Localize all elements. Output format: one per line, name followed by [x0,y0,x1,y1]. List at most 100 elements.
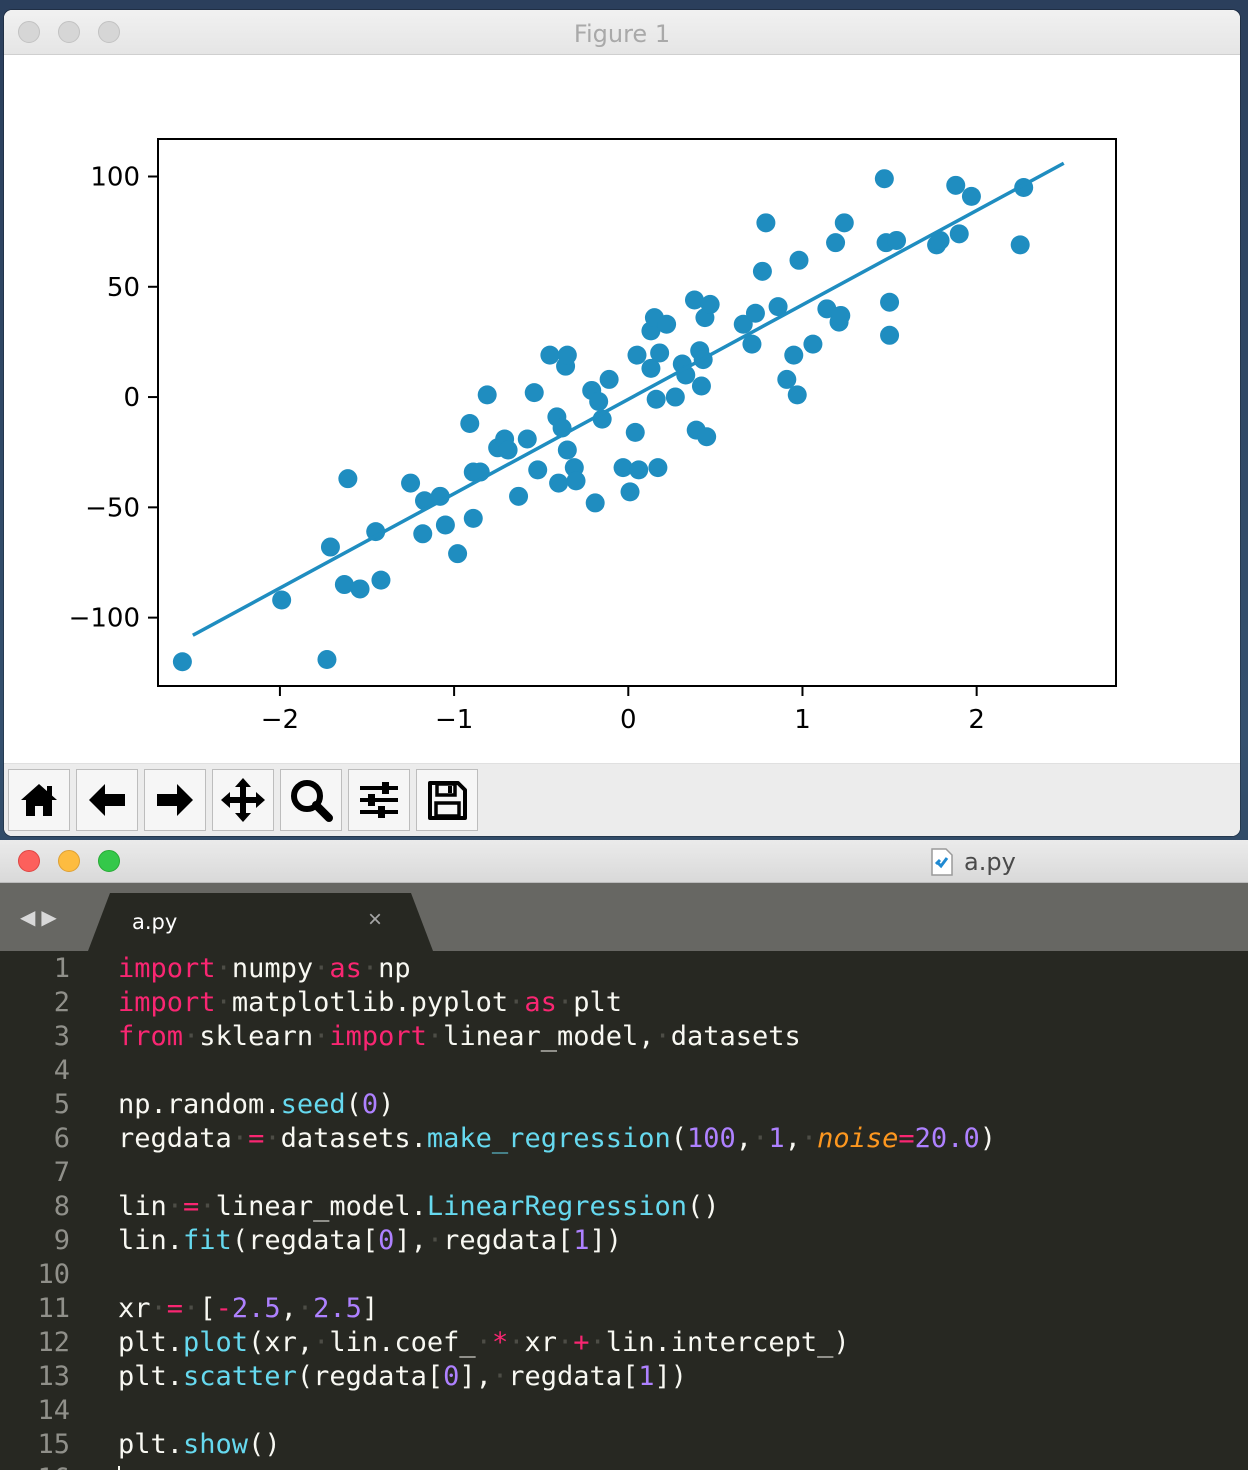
scatter-point [627,345,647,365]
scatter-point [787,385,807,405]
code-line: 4 [0,1054,1248,1088]
code-line: 5 np.random.seed(0) [0,1088,1248,1122]
axis-ticks: −2 −1 0 1 2 −100 −50 0 50 100 [69,162,985,735]
code-line: 11 xr·=·[-2.5,·2.5] [0,1292,1248,1326]
line-number: 7 [53,1157,70,1188]
code-line: 9 lin.fit(regdata[0],·regdata[1]) [0,1224,1248,1258]
save-button[interactable] [416,769,478,831]
scatter-point [463,508,483,528]
figure-toolbar [4,763,1240,836]
scatter-point [557,345,577,365]
x-tick-label: −2 [261,705,299,735]
tab-close-icon[interactable]: × [368,906,382,934]
scatter-point [789,250,809,270]
scatter-point [517,429,537,449]
y-tick-label: −50 [85,493,140,523]
pan-button[interactable] [212,769,274,831]
code-line: 13 plt.scatter(regdata[0],·regdata[1]) [0,1360,1248,1394]
scatter-point [549,473,569,493]
code-line: 2 import·matplotlib.pyplot·as·plt [0,986,1248,1020]
forward-arrow-icon [157,784,193,816]
line-number: 1 [53,953,70,984]
scatter-point [880,325,900,345]
scatter-point [745,303,765,323]
pan-move-icon [221,778,265,822]
configure-subplots-icon [360,782,398,818]
code-line: 1 import·numpy·as·np [0,952,1248,986]
scatter-point [566,471,586,491]
editor-title: a.py [930,848,1016,876]
scatter-point [350,579,370,599]
text-cursor [118,1466,120,1470]
scatter-point [540,345,560,365]
scatter-point [665,387,685,407]
scatter-point [756,213,776,233]
scatter-point [498,440,518,460]
tab-bar: ◀▶ a.py × [0,883,1248,951]
scatter-point [650,343,670,363]
scatter-point [448,544,468,564]
home-icon [21,784,57,816]
code-line: 7 [0,1156,1248,1190]
tab-nav-arrows[interactable]: ◀▶ [20,905,63,930]
scatter-point [401,473,421,493]
scatter-point [589,391,609,411]
scatter-point [691,376,711,396]
tab-a-py[interactable]: a.py × [88,893,433,951]
code-line: 6 regdata·=·datasets.make_regression(100,… [0,1122,1248,1156]
scatter-point [1010,235,1030,255]
plot-area[interactable]: −2 −1 0 1 2 −100 −50 0 50 100 [4,55,1240,763]
figure-title: Figure 1 [573,20,671,48]
scatter-point [524,383,544,403]
minimize-window-button[interactable] [58,850,80,872]
scatter-point [826,233,846,253]
scatter-point [435,515,455,535]
y-tick-label: 0 [123,383,140,413]
scatter-point [599,369,619,389]
scatter-point [657,314,677,334]
scatter-point [697,427,717,447]
code-line: 12 plt.plot(xr,·lin.coef_·*·xr·+·lin.inte… [0,1326,1248,1360]
figure-titlebar[interactable]: Figure 1 [4,10,1240,55]
scatter-point [477,385,497,405]
code-line: 15 plt.show() [0,1428,1248,1462]
line-number: 12 [37,1327,70,1358]
line-number: 3 [53,1021,70,1052]
editor-window: a.py ◀▶ a.py × 1 import·numpy·as·np 2 impo… [0,840,1248,1470]
editor-titlebar[interactable]: a.py [0,840,1248,883]
scatter-point [509,486,529,506]
scatter-point [585,493,605,513]
scatter-point [413,524,433,544]
scatter-point [317,650,337,670]
x-tick-label: 1 [794,705,811,735]
scatter-point [834,213,854,233]
save-floppy-icon [428,781,467,820]
forward-button[interactable] [144,769,206,831]
code-line: 8 lin·=·linear_model.LinearRegression() [0,1190,1248,1224]
tab-label: a.py [132,910,178,934]
code-editor[interactable]: 1 import·numpy·as·np 2 import·matplotlib.p… [0,952,1248,1470]
figure-window: Figure 1 −2 −1 0 1 2 −100 −50 0 50 100 [4,10,1240,836]
scatter-point [648,458,668,478]
regression-line [192,161,1065,637]
scatter-point [557,440,577,460]
editor-title-text: a.py [964,848,1016,876]
scatter-point [949,224,969,244]
zoom-button[interactable] [280,769,342,831]
scatter-point [629,460,649,480]
line-number: 15 [37,1429,70,1460]
x-tick-label: 2 [968,705,985,735]
back-button[interactable] [76,769,138,831]
scatter-point [272,590,292,610]
scatter-point [700,294,720,314]
scatter-point [752,261,772,281]
close-window-button[interactable] [18,850,40,872]
zoom-window-button[interactable] [98,850,120,872]
line-number: 6 [53,1123,70,1154]
line-number: 10 [37,1259,70,1290]
python-file-icon [931,848,953,876]
scatter-point [961,186,981,206]
home-button[interactable] [8,769,70,831]
scatter-point [625,422,645,442]
configure-subplots-button[interactable] [348,769,410,831]
